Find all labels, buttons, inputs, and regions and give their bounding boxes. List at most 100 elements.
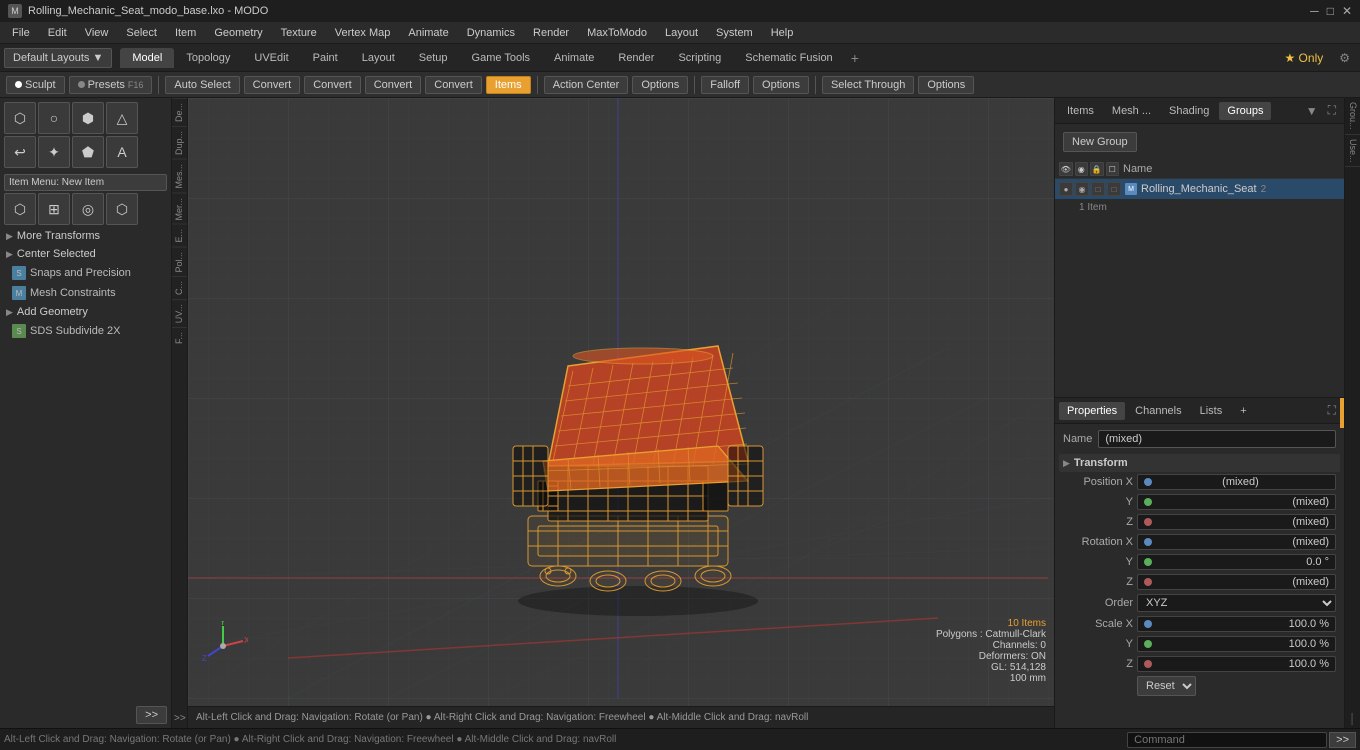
rstrip-use[interactable]: Use... (1345, 135, 1360, 168)
options3-btn[interactable]: Options (918, 76, 974, 94)
rotation-y-field[interactable]: 0.0 ° (1137, 554, 1336, 570)
tab-layout[interactable]: Layout (350, 48, 407, 68)
tab-schematic-fusion[interactable]: Schematic Fusion (733, 48, 844, 68)
menu-texture[interactable]: Texture (273, 25, 325, 41)
rstrip-grou[interactable]: Grou... (1345, 98, 1360, 135)
scene-tab-dropdown[interactable]: ▼ (1302, 102, 1322, 120)
scene-row-render-1[interactable]: ◉ (1075, 182, 1089, 196)
item-menu-dropdown[interactable]: Item Menu: New Item (4, 174, 167, 191)
scene-row-box-1[interactable]: □ (1107, 182, 1121, 196)
strip-label-f[interactable]: F... (172, 327, 187, 348)
properties-panel-expand[interactable]: ⛶ (1324, 401, 1340, 420)
menu-system[interactable]: System (708, 25, 761, 41)
tab-game-tools[interactable]: Game Tools (460, 48, 543, 68)
strip-label-mes[interactable]: Mes... (172, 159, 187, 193)
scene-icon-lock[interactable]: 🔒 (1090, 162, 1104, 176)
menu-layout[interactable]: Layout (657, 25, 706, 41)
convert4-btn[interactable]: Convert (425, 76, 482, 94)
mesh-constraints-item[interactable]: M Mesh Constraints (0, 283, 171, 303)
tool-poly-btn[interactable]: ⬟ (72, 136, 104, 168)
tab-star[interactable]: ★ Only (1278, 49, 1329, 67)
sidebar-collapse-btn[interactable]: >> (136, 706, 167, 724)
tool-btn-b[interactable]: ⊞ (38, 193, 70, 225)
tool-rotate-btn[interactable]: ⬢ (72, 102, 104, 134)
convert2-btn[interactable]: Convert (304, 76, 361, 94)
menu-edit[interactable]: Edit (40, 25, 75, 41)
select-through-btn[interactable]: Select Through (822, 76, 914, 94)
options2-btn[interactable]: Options (753, 76, 809, 94)
properties-add-tab[interactable]: + (1232, 402, 1254, 420)
scale-x-field[interactable]: 100.0 % (1137, 616, 1336, 632)
strip-label-uv[interactable]: UV... (172, 299, 187, 327)
strip-label-de[interactable]: De... (172, 98, 187, 126)
scene-item-rolling-mechanic-seat[interactable]: ● ◉ □ □ M Rolling_Mechanic_Seat 2 (1055, 179, 1344, 199)
position-x-field[interactable]: (mixed) (1137, 474, 1336, 490)
options1-btn[interactable]: Options (632, 76, 688, 94)
maximize-btn[interactable]: □ (1327, 4, 1334, 18)
layout-dropdown[interactable]: Default Layouts ▼ (4, 48, 112, 68)
lists-tab[interactable]: Lists (1192, 402, 1231, 420)
tab-topology[interactable]: Topology (174, 48, 242, 68)
strip-label-mer[interactable]: Mer... (172, 193, 187, 225)
presets-btn[interactable]: Presets F16 (69, 76, 153, 94)
scene-row-lock-1[interactable]: □ (1091, 182, 1105, 196)
menu-select[interactable]: Select (118, 25, 165, 41)
more-transforms-header[interactable]: ▶ More Transforms (0, 227, 171, 245)
falloff-btn[interactable]: Falloff (701, 76, 749, 94)
scene-tab-mesh[interactable]: Mesh ... (1104, 102, 1159, 120)
close-btn[interactable]: ✕ (1342, 4, 1352, 18)
strip-label-dup[interactable]: Dup... (172, 126, 187, 159)
minimize-btn[interactable]: ─ (1310, 4, 1319, 18)
position-y-field[interactable]: (mixed) (1137, 494, 1336, 510)
properties-tab[interactable]: Properties (1059, 402, 1125, 420)
tool-select-btn[interactable]: ⬡ (4, 102, 36, 134)
tool-btn-d[interactable]: ⬡ (106, 193, 138, 225)
viewport-3d-canvas[interactable]: 10 Items Polygons : Catmull-Clark Channe… (188, 98, 1054, 706)
tool-undo-btn[interactable]: ↩ (4, 136, 36, 168)
right-panel-handle[interactable] (1340, 398, 1344, 428)
reset-btn[interactable]: Reset (1137, 676, 1196, 696)
tab-add-btn[interactable]: + (845, 48, 865, 68)
scene-row-eye-1[interactable]: ● (1059, 182, 1073, 196)
scene-tab-shading[interactable]: Shading (1161, 102, 1217, 120)
menu-animate[interactable]: Animate (400, 25, 456, 41)
tab-render[interactable]: Render (606, 48, 666, 68)
rotation-x-field[interactable]: (mixed) (1137, 534, 1336, 550)
scene-panel-expand[interactable]: ⛶ (1324, 101, 1340, 120)
sculpt-btn[interactable]: Sculpt (6, 76, 65, 94)
auto-select-btn[interactable]: Auto Select (165, 76, 239, 94)
position-z-field[interactable]: (mixed) (1137, 514, 1336, 530)
channels-tab[interactable]: Channels (1127, 402, 1189, 420)
menu-geometry[interactable]: Geometry (206, 25, 270, 41)
scene-icon-eye[interactable]: 👁 (1059, 162, 1073, 176)
strip-label-c[interactable]: C... (172, 276, 187, 299)
action-center-btn[interactable]: Action Center (544, 76, 629, 94)
command-input[interactable] (1127, 732, 1327, 748)
tab-setup[interactable]: Setup (407, 48, 460, 68)
rstrip-btn[interactable]: │ (1345, 711, 1360, 728)
sds-subdivide-item[interactable]: S SDS Subdivide 2X (0, 321, 171, 341)
tab-animate[interactable]: Animate (542, 48, 606, 68)
tool-move-btn[interactable]: ○ (38, 102, 70, 134)
scene-tab-groups[interactable]: Groups (1219, 102, 1271, 120)
tool-scale-btn[interactable]: △ (106, 102, 138, 134)
center-selected-header[interactable]: ▶ Center Selected (0, 245, 171, 263)
strip-collapse-btn[interactable]: >> (172, 709, 187, 728)
new-group-btn[interactable]: New Group (1063, 132, 1137, 152)
tab-gear-btn[interactable]: ⚙ (1333, 49, 1356, 67)
menu-file[interactable]: File (4, 25, 38, 41)
scale-z-field[interactable]: 100.0 % (1137, 656, 1336, 672)
tab-uvedit[interactable]: UVEdit (242, 48, 300, 68)
strip-label-pol[interactable]: Pol... (172, 247, 187, 277)
scene-icon-box[interactable]: ☐ (1106, 162, 1120, 176)
add-geometry-header[interactable]: ▶ Add Geometry (0, 303, 171, 321)
menu-render[interactable]: Render (525, 25, 577, 41)
tool-star-btn[interactable]: ✦ (38, 136, 70, 168)
rotation-z-field[interactable]: (mixed) (1137, 574, 1336, 590)
menu-maxtomodo[interactable]: MaxToModo (579, 25, 655, 41)
menu-item[interactable]: Item (167, 25, 204, 41)
convert1-btn[interactable]: Convert (244, 76, 301, 94)
strip-label-e[interactable]: E... (172, 224, 187, 247)
tool-btn-c[interactable]: ◎ (72, 193, 104, 225)
scene-icon-render[interactable]: ◉ (1075, 162, 1089, 176)
